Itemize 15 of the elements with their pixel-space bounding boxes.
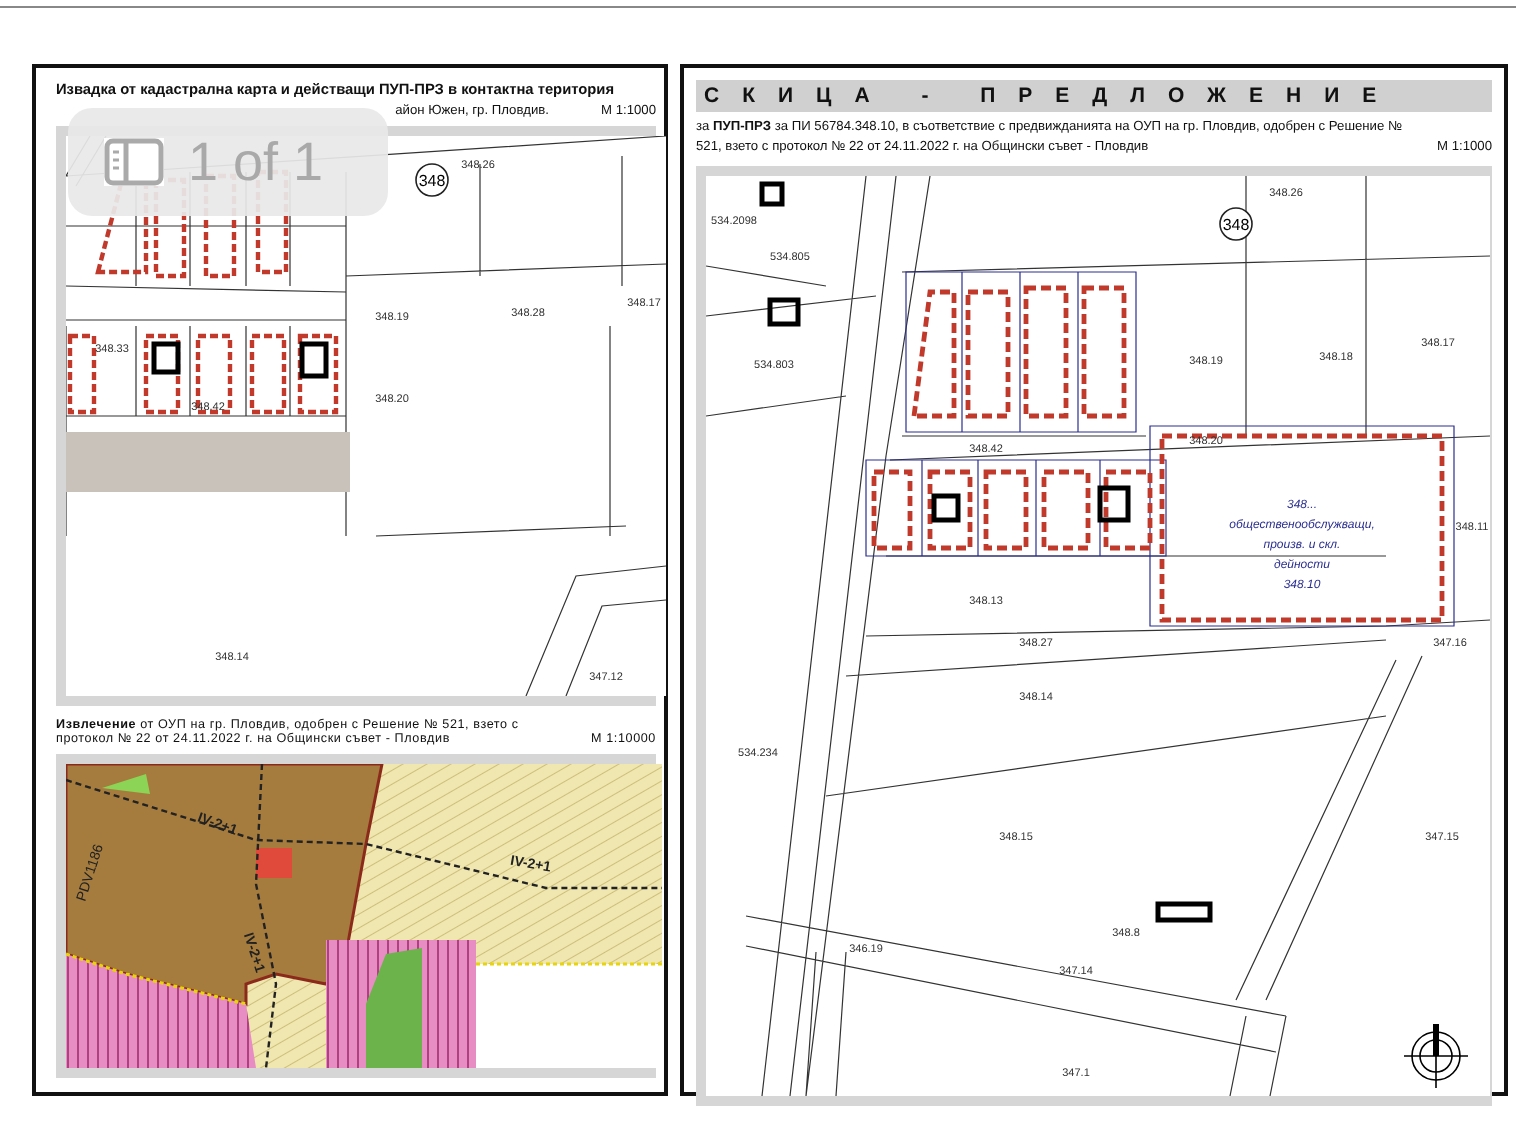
zone-marker: [1219, 206, 1253, 241]
building-icon: [151, 341, 181, 375]
zone-number: 348: [418, 172, 446, 190]
north-arrow-icon: [1403, 1022, 1469, 1089]
sketch-title: СКИЦА - ПРЕДЛОЖЕНИЕ: [696, 80, 1492, 112]
building-icon: [759, 181, 785, 207]
zone-number: 348: [1222, 215, 1250, 234]
building-icon: [1155, 901, 1213, 923]
building-icon: [1097, 485, 1131, 523]
sidebar-icon: [104, 138, 164, 186]
building-icon: [931, 493, 961, 523]
building-icon: [299, 341, 329, 379]
building-icon: [767, 297, 801, 327]
page-count: 1 of 1: [188, 131, 324, 193]
zone-marker: [415, 163, 449, 197]
